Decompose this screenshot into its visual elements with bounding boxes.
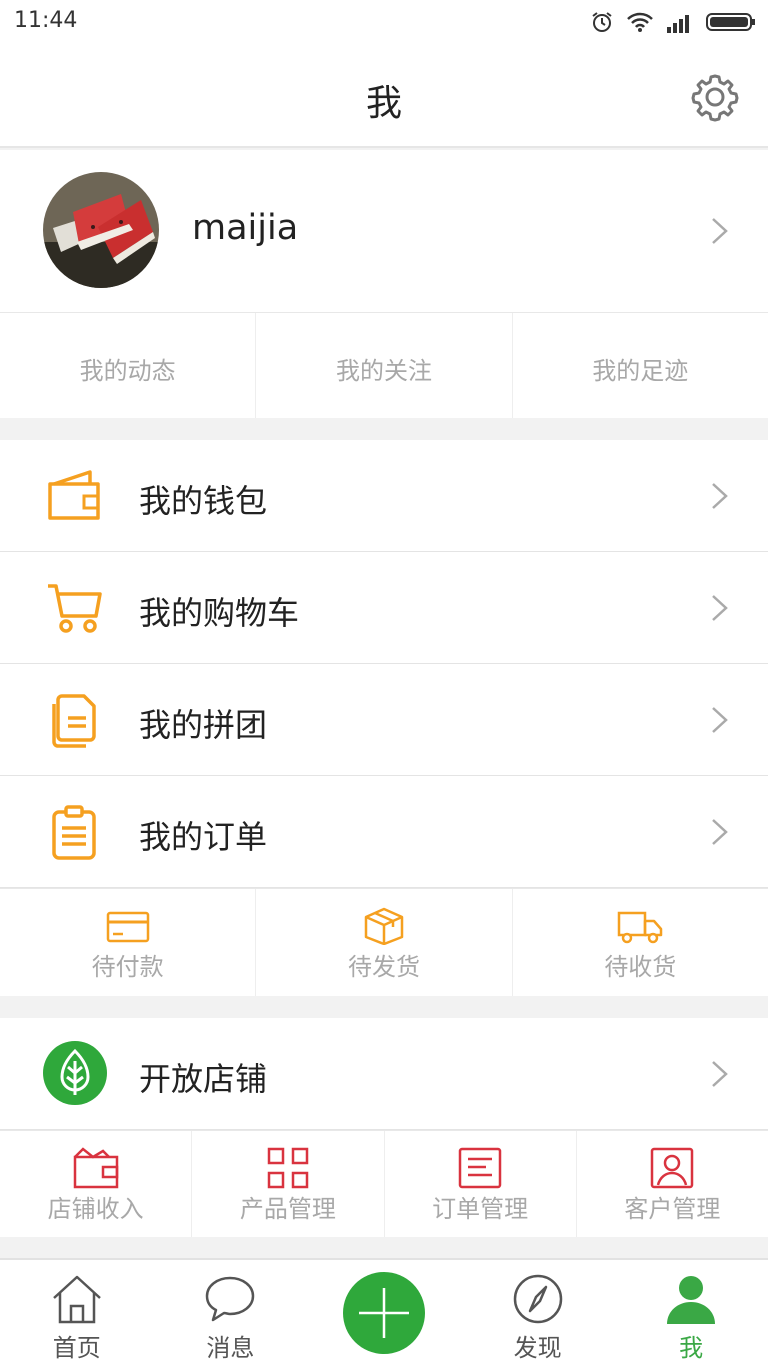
tab-messages[interactable]: 消息 <box>154 1260 308 1365</box>
store-tool-label: 产品管理 <box>239 1195 336 1223</box>
profile-row[interactable]: maijia <box>0 150 768 312</box>
menu-item-cart[interactable]: 我的购物车 <box>0 552 768 664</box>
order-status-pending-payment[interactable]: 待付款 <box>0 889 257 996</box>
menu-label: 开放店铺 <box>139 1060 268 1098</box>
store-tool-products[interactable]: 产品管理 <box>192 1131 385 1237</box>
group-buy-icon <box>52 694 96 748</box>
status-bar: 11:44 <box>0 0 768 44</box>
add-button[interactable] <box>342 1272 425 1354</box>
truck-icon <box>618 911 663 944</box>
chevron-right-icon <box>712 819 728 845</box>
wallet-icon <box>48 470 100 520</box>
tab-home[interactable]: 首页 <box>0 1260 154 1365</box>
order-status-label: 待发货 <box>347 953 420 981</box>
quick-link-follow[interactable]: 我的关注 <box>256 313 513 418</box>
menu-label: 我的钱包 <box>139 482 268 520</box>
menu-item-group-buy[interactable]: 我的拼团 <box>0 664 768 776</box>
quick-link-footprint[interactable]: 我的足迹 <box>513 313 768 418</box>
signal-icon <box>667 15 689 33</box>
cart-icon <box>48 584 102 633</box>
menu-item-wallet[interactable]: 我的钱包 <box>0 440 768 552</box>
tab-label: 消息 <box>206 1334 255 1362</box>
page-title: 我 <box>365 83 402 124</box>
quick-link-activity[interactable]: 我的动态 <box>0 313 257 418</box>
home-icon <box>52 1275 101 1324</box>
menu-label: 我的订单 <box>139 818 268 856</box>
customer-icon <box>651 1147 694 1189</box>
alarm-icon <box>592 12 612 32</box>
gear-icon[interactable] <box>688 70 742 124</box>
tab-me[interactable]: 我 <box>614 1260 768 1365</box>
quick-link-label: 我的关注 <box>335 357 432 385</box>
store-tool-label: 订单管理 <box>432 1195 529 1223</box>
avatar[interactable] <box>43 172 159 288</box>
store-tool-label: 客户管理 <box>624 1195 721 1223</box>
menu-label: 我的拼团 <box>139 706 268 744</box>
chevron-right-icon <box>712 483 728 509</box>
store-tool-customers[interactable]: 客户管理 <box>577 1131 768 1237</box>
store-tools-row: 店铺收入 产品管理 订单管理 客户管理 <box>0 1130 768 1237</box>
chevron-right-icon <box>712 595 728 621</box>
card-icon <box>106 911 149 943</box>
tab-label: 首页 <box>52 1334 101 1362</box>
menu-item-orders[interactable]: 我的订单 <box>0 776 768 888</box>
store-tool-income[interactable]: 店铺收入 <box>0 1131 193 1237</box>
plus-icon <box>358 1288 409 1338</box>
menu-item-open-store[interactable]: 开放店铺 <box>0 1018 768 1130</box>
order-status-label: 待收货 <box>604 953 677 981</box>
quick-link-label: 我的动态 <box>79 357 176 385</box>
username: maijia <box>192 208 299 248</box>
quick-link-label: 我的足迹 <box>592 357 689 385</box>
status-icons <box>590 9 756 35</box>
battery-icon <box>706 13 755 31</box>
tab-label: 发现 <box>513 1334 562 1362</box>
tab-bar: 首页 消息 发现 我 <box>0 1258 768 1365</box>
list-icon <box>458 1147 502 1189</box>
package-icon <box>364 907 404 945</box>
grid-icon <box>267 1147 309 1189</box>
wifi-icon <box>627 12 653 32</box>
order-status-label: 待付款 <box>91 953 164 981</box>
tab-add[interactable] <box>307 1260 461 1365</box>
order-status-to-receive[interactable]: 待收货 <box>513 889 768 996</box>
store-tool-label: 店铺收入 <box>47 1195 144 1223</box>
chevron-right-icon <box>712 1061 728 1087</box>
store-tool-orders[interactable]: 订单管理 <box>385 1131 577 1237</box>
menu-label: 我的购物车 <box>139 594 300 632</box>
chevron-right-icon <box>712 707 728 733</box>
order-clipboard-icon <box>52 805 96 860</box>
nav-bar: 我 <box>0 44 768 148</box>
tab-label: 我 <box>679 1334 704 1362</box>
order-status-to-ship[interactable]: 待发货 <box>256 889 513 996</box>
compass-icon <box>513 1274 562 1324</box>
order-status-row: 待付款 待发货 待收货 <box>0 888 768 996</box>
status-time: 11:44 <box>14 8 78 33</box>
chevron-right-icon <box>712 218 728 244</box>
user-icon <box>667 1276 716 1324</box>
quick-links: 我的动态 我的关注 我的足迹 <box>0 312 768 418</box>
tab-discover[interactable]: 发现 <box>461 1260 615 1365</box>
chat-icon <box>206 1276 255 1322</box>
income-icon <box>73 1147 118 1189</box>
tree-icon <box>43 1041 107 1105</box>
